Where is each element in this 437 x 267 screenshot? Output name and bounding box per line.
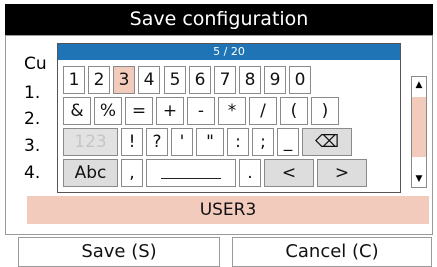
key-apostrophe[interactable]: ' bbox=[171, 128, 193, 156]
key-underscore[interactable]: _ bbox=[277, 128, 299, 156]
key-4[interactable]: 4 bbox=[138, 66, 160, 94]
list-row-3[interactable]: 3. bbox=[24, 136, 40, 156]
key-numeric-mode[interactable]: 123 bbox=[63, 128, 118, 156]
key-0[interactable]: 0 bbox=[289, 66, 311, 94]
key-exclamation[interactable]: ! bbox=[121, 128, 143, 156]
text-input-field[interactable]: USER3 bbox=[27, 196, 429, 224]
key-space[interactable] bbox=[146, 159, 236, 187]
list-row-4[interactable]: 4. bbox=[24, 163, 40, 183]
key-alpha-mode[interactable]: Abc bbox=[63, 159, 118, 187]
key-semicolon[interactable]: ; bbox=[252, 128, 274, 156]
chevron-right-icon: > bbox=[334, 163, 350, 183]
key-quote[interactable]: " bbox=[196, 128, 224, 156]
key-2[interactable]: 2 bbox=[88, 66, 110, 94]
scroll-down-icon[interactable]: ▼ bbox=[412, 171, 426, 187]
backspace-key[interactable]: ⌫ bbox=[302, 128, 352, 156]
key-7[interactable]: 7 bbox=[214, 66, 236, 94]
key-equals[interactable]: = bbox=[125, 97, 153, 125]
key-8[interactable]: 8 bbox=[239, 66, 261, 94]
cursor-right-key[interactable]: > bbox=[317, 159, 367, 187]
key-question[interactable]: ? bbox=[146, 128, 168, 156]
key-slash[interactable]: / bbox=[249, 97, 277, 125]
cursor-left-key[interactable]: < bbox=[264, 159, 314, 187]
cancel-button[interactable]: Cancel (C) bbox=[232, 237, 432, 267]
list-scrollbar[interactable]: ▲ ▼ bbox=[411, 76, 427, 188]
list-row-1[interactable]: 1. bbox=[24, 83, 40, 103]
key-plus[interactable]: + bbox=[156, 97, 184, 125]
key-percent[interactable]: % bbox=[94, 97, 122, 125]
key-9[interactable]: 9 bbox=[264, 66, 286, 94]
key-open-paren[interactable]: ( bbox=[280, 97, 308, 125]
scroll-up-icon[interactable]: ▲ bbox=[412, 77, 426, 93]
key-colon[interactable]: : bbox=[227, 128, 249, 156]
onscreen-keyboard: 5 / 20 1 2 3 4 5 6 7 8 9 0 & % = + - * /… bbox=[57, 43, 401, 193]
save-button[interactable]: Save (S) bbox=[18, 237, 220, 267]
list-header-partial: Cu bbox=[24, 54, 47, 74]
scrollbar-thumb[interactable] bbox=[412, 97, 426, 157]
key-minus[interactable]: - bbox=[187, 97, 215, 125]
key-6[interactable]: 6 bbox=[189, 66, 211, 94]
key-3[interactable]: 3 bbox=[113, 66, 135, 94]
list-row-2[interactable]: 2. bbox=[24, 109, 40, 129]
key-ampersand[interactable]: & bbox=[63, 97, 91, 125]
key-close-paren[interactable]: ) bbox=[311, 97, 339, 125]
space-bar-line bbox=[161, 178, 221, 179]
key-comma[interactable]: , bbox=[121, 159, 143, 187]
key-1[interactable]: 1 bbox=[63, 66, 85, 94]
dialog-title: Save configuration bbox=[5, 4, 433, 35]
key-asterisk[interactable]: * bbox=[218, 97, 246, 125]
key-5[interactable]: 5 bbox=[164, 66, 186, 94]
chevron-left-icon: < bbox=[281, 163, 297, 183]
backspace-icon: ⌫ bbox=[314, 132, 340, 152]
key-period[interactable]: . bbox=[239, 159, 261, 187]
char-counter: 5 / 20 bbox=[58, 44, 400, 60]
